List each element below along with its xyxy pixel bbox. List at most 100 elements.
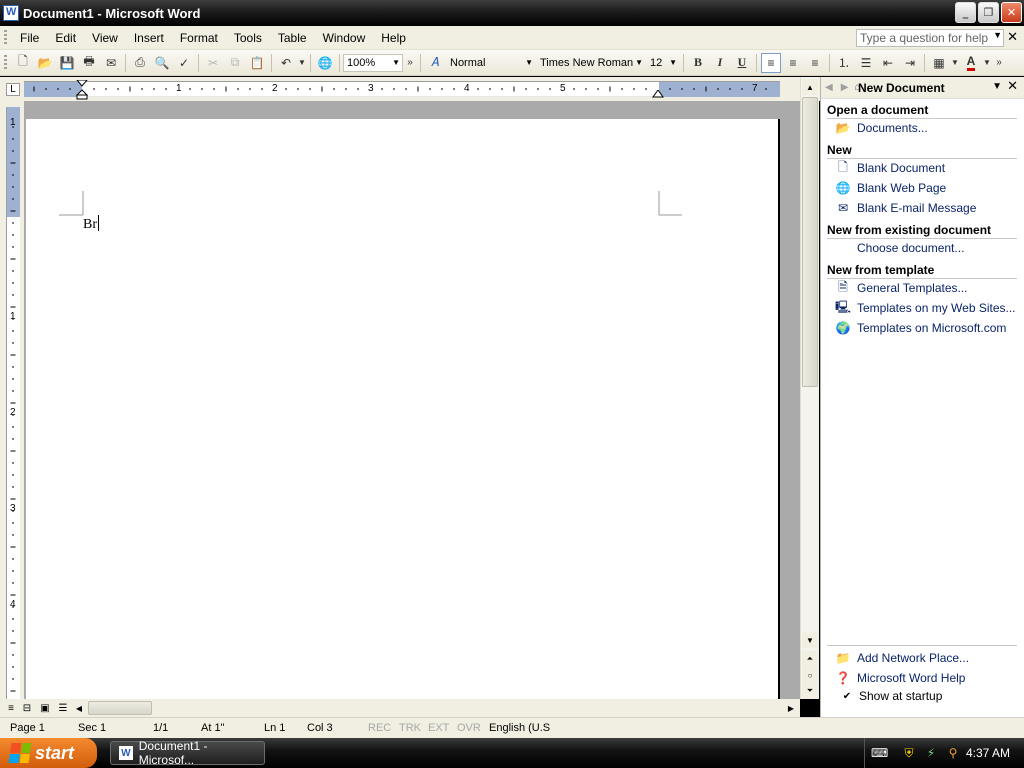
first-line-indent-marker[interactable] — [76, 80, 88, 100]
right-indent-marker[interactable] — [652, 90, 664, 100]
checkbox-check-icon[interactable]: ✔ — [841, 690, 853, 702]
font-color-dropdown-icon[interactable]: ▼ — [983, 53, 991, 73]
status-rec[interactable]: REC — [368, 722, 391, 734]
status-trk[interactable]: TRK — [399, 722, 421, 734]
insert-hyperlink-icon[interactable]: 🌐 — [315, 53, 335, 73]
copy-icon[interactable]: ⧉ — [225, 53, 245, 73]
document-page[interactable]: Br — [26, 119, 780, 709]
title-bar[interactable]: Document1 - Microsoft Word _ ❐ ✕ — [0, 0, 1024, 26]
formatting-options-icon[interactable]: » — [993, 53, 1005, 73]
menu-help[interactable]: Help — [373, 31, 414, 45]
open-folder-icon[interactable]: 📂 — [35, 53, 55, 73]
search-icon[interactable]: ⚲ — [945, 746, 961, 760]
menu-file[interactable]: File — [12, 31, 47, 45]
bold-button[interactable]: B — [688, 53, 708, 73]
styles-formatting-icon[interactable]: 𝐴 — [425, 53, 445, 73]
status-ext[interactable]: EXT — [428, 722, 449, 734]
spelling-icon[interactable]: ✓ — [174, 53, 194, 73]
scroll-down-icon[interactable]: ▼ — [802, 632, 818, 648]
scroll-right-icon[interactable]: ▶ — [784, 701, 798, 715]
italic-button[interactable]: I — [710, 53, 730, 73]
next-page-icon[interactable]: ⏷ — [802, 683, 818, 699]
select-browse-object-icon[interactable]: ○ — [802, 667, 818, 683]
link-web-site-templates[interactable]: 🖳 Templates on my Web Sites... — [835, 299, 1016, 317]
close-button[interactable]: ✕ — [1001, 2, 1022, 23]
link-blank-web-page[interactable]: 🌐 Blank Web Page — [835, 179, 947, 197]
horizontal-ruler[interactable]: 1 2 3 4 5 7 — [24, 80, 780, 100]
cut-icon[interactable]: ✂ — [203, 53, 223, 73]
menu-window[interactable]: Window — [315, 31, 374, 45]
zoom-dropdown-icon[interactable]: ▼ — [392, 58, 400, 67]
menu-grip[interactable] — [4, 29, 7, 46]
print-icon[interactable]: ⎙ — [130, 53, 150, 73]
menu-view[interactable]: View — [84, 31, 126, 45]
link-add-network-place[interactable]: 📁 Add Network Place... — [835, 649, 970, 667]
help-search-input[interactable]: Type a question for help ▼ — [856, 29, 1004, 47]
numbering-icon[interactable]: ⒈ — [834, 53, 854, 73]
save-icon[interactable]: 💾 — [57, 53, 77, 73]
horizontal-scroll-thumb[interactable] — [88, 701, 152, 715]
align-right-icon[interactable]: ≡ — [805, 53, 825, 73]
align-left-icon[interactable]: ≡ — [761, 52, 781, 73]
show-at-startup-checkbox[interactable]: ✔ Show at startup — [841, 689, 943, 703]
align-center-icon[interactable]: ≡ — [783, 53, 803, 73]
toolbar-options-icon[interactable]: » — [404, 53, 416, 73]
link-blank-document[interactable]: 🗋 Blank Document — [835, 159, 945, 177]
status-ovr[interactable]: OVR — [457, 722, 481, 734]
email-icon[interactable]: ✉ — [101, 53, 121, 73]
tab-selector-icon[interactable]: L — [6, 83, 20, 96]
outline-view-icon[interactable]: ☰ — [56, 701, 70, 715]
undo-icon[interactable]: ↶ — [276, 53, 296, 73]
link-choose-document[interactable]: Choose document... — [835, 239, 964, 257]
clock[interactable]: 4:37 AM — [966, 746, 1010, 760]
font-size-select[interactable]: 12 ▼ — [646, 54, 680, 72]
font-dropdown-icon[interactable]: ▼ — [635, 58, 643, 67]
taskbar-word-button[interactable]: W Document1 - Microsof... — [110, 739, 265, 767]
menu-insert[interactable]: Insert — [126, 31, 172, 45]
normal-view-icon[interactable]: ≡ — [4, 701, 18, 715]
menu-tools[interactable]: Tools — [226, 31, 270, 45]
underline-button[interactable]: U — [732, 53, 752, 73]
menu-edit[interactable]: Edit — [47, 31, 84, 45]
network-icon[interactable]: ⚡ — [923, 746, 939, 760]
task-pane-menu-icon[interactable]: ▼ — [992, 81, 1002, 92]
link-documents[interactable]: 📂 Documents... — [835, 119, 928, 137]
document-text[interactable]: Br — [83, 215, 99, 233]
back-arrow-icon[interactable]: ◀ — [825, 82, 833, 93]
menu-table[interactable]: Table — [270, 31, 315, 45]
bullets-icon[interactable]: ☰ — [856, 53, 876, 73]
paste-icon[interactable]: 📋 — [247, 53, 267, 73]
minimize-button[interactable]: _ — [955, 2, 976, 23]
font-select[interactable]: Times New Roman ▼ — [536, 54, 646, 72]
link-ms-templates[interactable]: 🌍 Templates on Microsoft.com — [835, 319, 1007, 337]
font-color-button[interactable]: A — [961, 53, 981, 73]
print-preview-icon[interactable]: 🔍 — [152, 53, 172, 73]
word-app-icon[interactable] — [3, 5, 19, 21]
security-shield-icon[interactable]: ⛨ — [901, 746, 917, 761]
task-pane-close-icon[interactable]: ✕ — [1007, 79, 1018, 94]
scroll-left-icon[interactable]: ◀ — [72, 701, 86, 715]
vertical-ruler[interactable]: 1 1 2 3 4 — [6, 107, 20, 700]
keyboard-icon[interactable]: ⌨ — [871, 746, 888, 760]
restore-button[interactable]: ❐ — [978, 2, 999, 23]
vertical-scroll-thumb[interactable] — [802, 97, 818, 387]
web-layout-view-icon[interactable]: ⊟ — [20, 701, 34, 715]
decrease-indent-icon[interactable]: ⇤ — [878, 53, 898, 73]
forward-arrow-icon[interactable]: ▶ — [841, 82, 849, 93]
scroll-up-icon[interactable]: ▲ — [802, 79, 818, 95]
link-word-help[interactable]: ❓ Microsoft Word Help — [835, 669, 966, 687]
start-button[interactable]: start — [0, 738, 97, 768]
menu-format[interactable]: Format — [172, 31, 226, 45]
font-size-dropdown-icon[interactable]: ▼ — [669, 58, 677, 67]
borders-icon[interactable]: ▦ — [929, 53, 949, 73]
style-select[interactable]: Normal ▼ — [446, 54, 536, 72]
help-dropdown-icon[interactable]: ▼ — [993, 30, 1002, 40]
undo-dropdown-icon[interactable]: ▼ — [298, 53, 306, 73]
vertical-scrollbar[interactable]: ▲ ▼ ⏶ ○ ⏷ — [800, 77, 819, 699]
toolbar-grip[interactable] — [4, 54, 7, 71]
close-document-icon[interactable]: ✕ — [1007, 30, 1018, 45]
link-general-templates[interactable]: 🗎 General Templates... — [835, 279, 967, 297]
increase-indent-icon[interactable]: ⇥ — [900, 53, 920, 73]
print-layout-view-icon[interactable]: ▣ — [38, 701, 52, 715]
link-blank-email[interactable]: ✉ Blank E-mail Message — [835, 199, 976, 217]
